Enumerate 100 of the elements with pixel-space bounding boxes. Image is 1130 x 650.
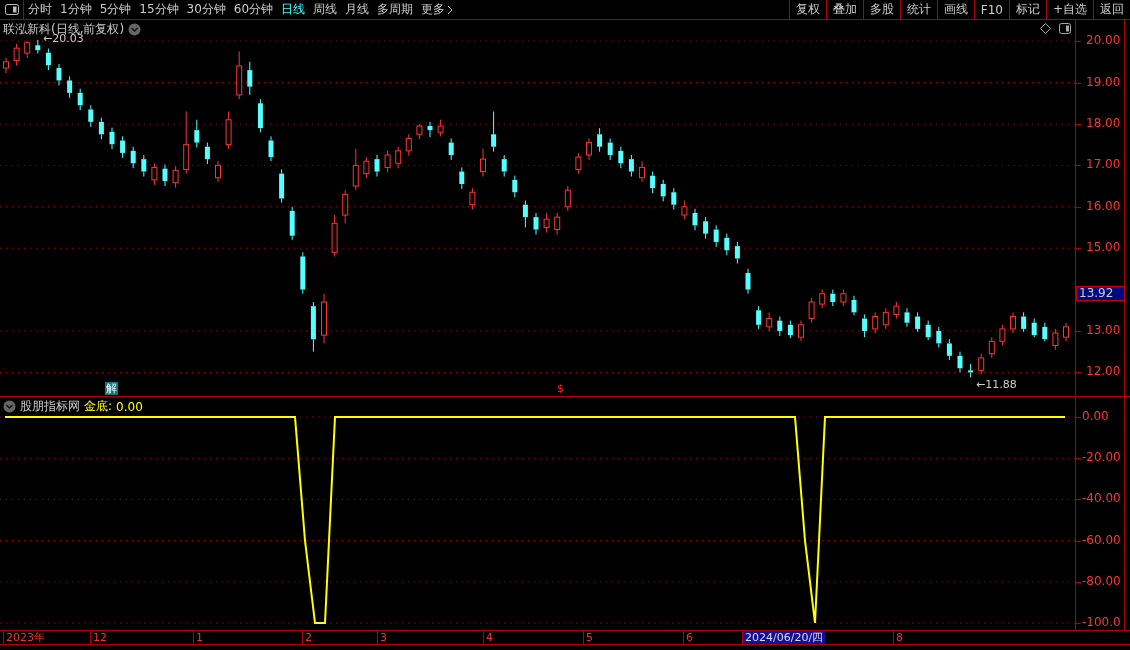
- date-label: 4: [483, 631, 495, 644]
- candlestick: [469, 187, 476, 211]
- signal-marker: 解: [105, 382, 118, 395]
- candlestick: [35, 39, 41, 55]
- candlestick: [1010, 311, 1016, 334]
- low-price-label: ←11.88: [976, 379, 1017, 391]
- candlestick: [1021, 311, 1027, 333]
- period-tab[interactable]: 月线: [341, 0, 374, 19]
- candlestick: [777, 315, 783, 337]
- price-tick-label: 20.00: [1086, 33, 1121, 48]
- candlestick: [988, 336, 995, 359]
- candlestick: [130, 146, 136, 169]
- price-tick-label: 15.00: [1086, 240, 1121, 255]
- price-tick-label: 12.00: [1086, 364, 1121, 379]
- current-price-tag: 13.92: [1076, 285, 1125, 301]
- candlestick: [67, 75, 73, 99]
- value-tick-label: -100.0: [1082, 615, 1121, 629]
- candlestick: [1042, 322, 1048, 342]
- candlestick: [151, 162, 158, 186]
- price-tick-label: 16.00: [1086, 198, 1121, 213]
- price-tick-label: 19.00: [1086, 74, 1121, 89]
- price-tick-label: 13.00: [1086, 323, 1121, 337]
- candlestick: [448, 137, 454, 161]
- candlestick: [618, 146, 624, 169]
- period-tab[interactable]: 15分钟: [135, 0, 183, 19]
- candlestick: [1031, 318, 1037, 338]
- period-tab[interactable]: 30分钟: [182, 0, 230, 19]
- candlestick: [289, 206, 295, 241]
- candlestick: [650, 171, 656, 194]
- period-tab[interactable]: 日线: [277, 0, 310, 19]
- date-label: 8: [893, 631, 905, 644]
- candlestick: [522, 200, 528, 228]
- period-tab[interactable]: 5分钟: [95, 0, 136, 19]
- panel-toggle-icon[interactable]: [1059, 23, 1071, 34]
- candlestick: [798, 320, 804, 342]
- candlestick: [724, 233, 730, 256]
- candlestick: [162, 164, 168, 187]
- candlestick: [1063, 322, 1069, 342]
- candlestick: [109, 127, 115, 150]
- candlestick: [247, 61, 253, 96]
- dropdown-icon[interactable]: [128, 23, 142, 36]
- date-label: 2: [302, 631, 314, 644]
- period-tab[interactable]: 多周期: [373, 0, 418, 19]
- candlestick: [77, 88, 83, 111]
- candlestick: [936, 326, 942, 349]
- value-tick-label: -20.00: [1082, 450, 1121, 465]
- candlestick: [56, 63, 62, 86]
- price-tick-label: 17.00: [1086, 157, 1121, 172]
- candlestick: [968, 363, 974, 378]
- period-tab[interactable]: 60分钟: [229, 0, 278, 19]
- candlestick: [745, 268, 751, 295]
- period-tab[interactable]: 周线: [309, 0, 342, 19]
- date-label: 12: [90, 631, 109, 644]
- value-tick-label: 0.00: [1082, 409, 1109, 423]
- candlestick: [703, 216, 709, 240]
- candlestick: [257, 98, 263, 133]
- candlestick: [501, 154, 507, 178]
- candlestick: [904, 307, 910, 328]
- candlestick: [692, 208, 698, 231]
- candlestick: [459, 166, 465, 190]
- candlestick: [607, 137, 613, 161]
- high-price-label: ←20.03: [43, 33, 84, 45]
- period-tab[interactable]: 1分钟: [56, 0, 96, 19]
- price-tick-label: 18.00: [1086, 115, 1121, 130]
- signal-marker: $: [557, 382, 564, 395]
- candlestick: [374, 154, 380, 178]
- date-label: 2023年: [3, 631, 47, 644]
- candlestick: [946, 338, 952, 361]
- chevron-right-icon: [447, 4, 454, 15]
- candlestick: [3, 57, 9, 74]
- candlestick: [756, 305, 762, 330]
- candlestick: [427, 121, 433, 138]
- date-label: 1: [193, 631, 205, 644]
- candlestick: [363, 156, 370, 179]
- diamond-icon[interactable]: [1040, 23, 1051, 34]
- date-label: 6: [683, 631, 695, 644]
- candlestick: [957, 351, 963, 373]
- dropdown-icon[interactable]: [3, 400, 16, 413]
- candlestick: [639, 160, 645, 183]
- candlestick: [480, 148, 486, 178]
- candlestick: [172, 165, 179, 189]
- candlestick: [671, 187, 677, 211]
- candlestick: [512, 175, 518, 198]
- candlestick: [766, 311, 773, 332]
- period-tab[interactable]: 分时: [24, 0, 56, 19]
- candlestick: [787, 320, 793, 339]
- candlestick: [194, 119, 200, 149]
- candlestick: [533, 212, 539, 235]
- candlestick: [660, 179, 666, 202]
- candlestick: [713, 224, 719, 248]
- candlestick: [215, 160, 221, 183]
- candlestick: [597, 127, 603, 153]
- candlestick: [13, 43, 20, 67]
- series-value: 0.00: [116, 399, 143, 414]
- more-button[interactable]: 更多: [417, 0, 458, 19]
- candlestick: [204, 142, 210, 165]
- date-label: 2024/06/20/四: [742, 631, 826, 644]
- candlestick: [915, 311, 921, 333]
- candlestick: [279, 168, 285, 204]
- candlestick: [98, 117, 104, 140]
